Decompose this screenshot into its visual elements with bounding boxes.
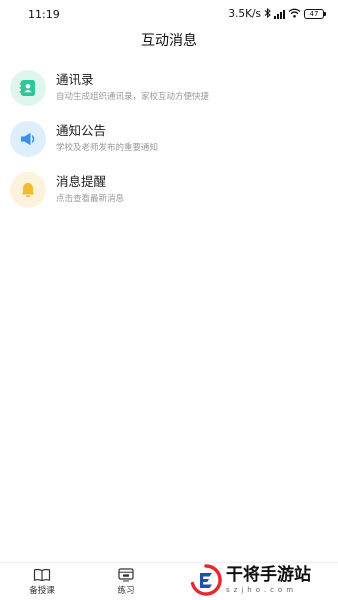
feature-list: 通讯录 自动生成组织通讯录，家校互动方便快捷 通知公告 学校及老师发布的重要通知: [0, 62, 338, 215]
list-item-subtitle: 学校及老师发布的重要通知: [56, 143, 159, 153]
bluetooth-icon: [264, 7, 271, 21]
nav-item-label: 备授课: [29, 586, 55, 596]
site-logo-icon: [190, 564, 222, 596]
watermark-subtitle: szjho.com: [226, 586, 298, 594]
list-item-text: 通讯录 自动生成组织通讯录，家校互动方便快捷: [56, 71, 209, 104]
battery-icon: 47: [304, 9, 326, 19]
practice-icon: [118, 568, 134, 582]
signal-icon: [274, 9, 285, 19]
list-item-contacts[interactable]: 通讯录 自动生成组织通讯录，家校互动方便快捷: [0, 62, 338, 113]
status-indicators: 3.5K/s 47: [228, 7, 326, 21]
contact-book-icon: [10, 69, 46, 106]
list-item-title: 消息提醒: [56, 174, 107, 189]
bell-icon: [10, 171, 46, 208]
watermark-text: 干将手游站 szjho.com: [226, 565, 311, 595]
app-screen: 11:19 3.5K/s 47 互动消息 通讯录 自动生成组织通讯录，家校互动方…: [0, 0, 338, 600]
page-title: 互动消息: [141, 33, 197, 49]
list-item-text: 通知公告 学校及老师发布的重要通知: [56, 122, 158, 155]
list-item-subtitle: 自动生成组织通讯录，家校互动方便快捷: [56, 92, 210, 102]
list-item-title: 通讯录: [56, 72, 94, 87]
watermark-title: 干将手游站: [226, 565, 311, 585]
status-time: 11:19: [28, 7, 60, 21]
nav-item-lessons[interactable]: 备授课: [12, 568, 72, 596]
book-icon: [33, 568, 51, 582]
page-header: 互动消息: [0, 28, 338, 52]
list-item-text: 消息提醒 点击查看最新消息: [56, 173, 124, 206]
list-item-title: 通知公告: [56, 123, 107, 138]
list-item-announcements[interactable]: 通知公告 学校及老师发布的重要通知: [0, 113, 338, 164]
network-speed: 3.5K/s: [228, 8, 261, 20]
nav-item-practice[interactable]: 练习: [96, 568, 156, 596]
wifi-icon: [288, 8, 301, 21]
list-item-reminders[interactable]: 消息提醒 点击查看最新消息: [0, 164, 338, 215]
battery-level: 47: [309, 10, 319, 18]
nav-item-label: 练习: [117, 586, 135, 596]
watermark: 干将手游站 szjho.com: [190, 560, 338, 600]
list-item-subtitle: 点击查看最新消息: [56, 194, 125, 204]
megaphone-icon: [10, 120, 46, 157]
status-bar: 11:19 3.5K/s 47: [0, 0, 338, 28]
